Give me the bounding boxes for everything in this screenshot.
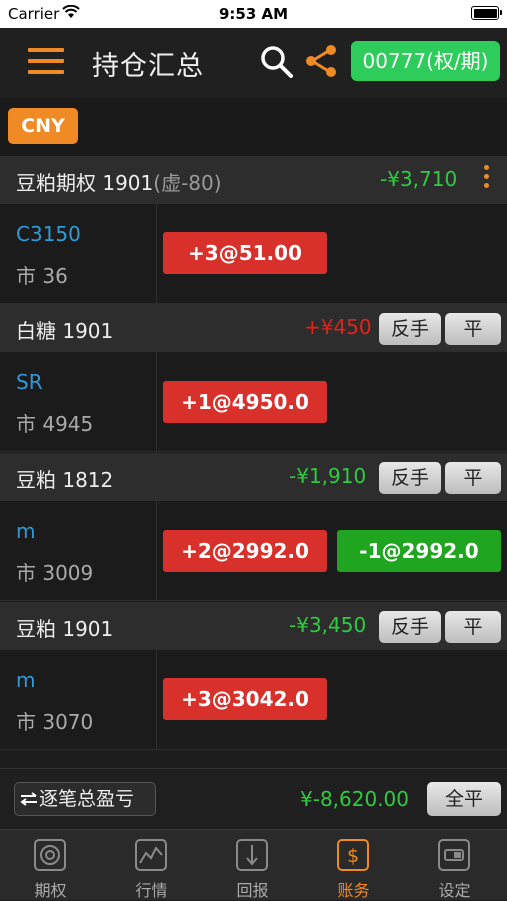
dollar-icon: $ (337, 839, 369, 871)
position-row: m 市 3070 +3@3042.0 (0, 650, 507, 750)
market-price: 市 4945 (16, 412, 94, 436)
page-title: 持仓汇总 (92, 51, 204, 82)
group-pnl: -¥3,710 (380, 167, 458, 191)
menu-icon[interactable] (28, 48, 64, 76)
virtual-tag: (虚-80) (153, 171, 222, 195)
group-pnl: +¥450 (304, 315, 372, 339)
reverse-button[interactable]: 反手 (379, 313, 441, 345)
reverse-button[interactable]: 反手 (379, 462, 441, 494)
group-name: 豆粕期权 1901(虚-80) (16, 171, 222, 195)
group-pnl: -¥1,910 (289, 464, 367, 488)
tab-label: 回报 (236, 881, 269, 900)
market-price: 市 3070 (16, 710, 94, 734)
pnl-detail-label: 逐笔总盈亏 (39, 788, 135, 810)
group-header-sugar-1901[interactable]: 白糖 1901 +¥450 反手 平 (0, 304, 507, 352)
settings-icon (438, 839, 470, 871)
market-price: 市 36 (16, 264, 68, 288)
close-position-button[interactable]: 平 (445, 611, 501, 643)
tab-label: 设定 (438, 881, 471, 900)
currency-button[interactable]: CNY (8, 108, 78, 144)
tab-settings[interactable]: 设定 (404, 830, 505, 901)
summary-bar: 逐笔总盈亏 ¥-8,620.00 全平 (0, 768, 507, 828)
group-name: 豆粕 1812 (16, 468, 114, 492)
contract-code[interactable]: m (16, 668, 35, 692)
contract-code[interactable]: C3150 (16, 222, 81, 246)
reverse-button[interactable]: 反手 (379, 611, 441, 643)
position-row: m 市 3009 +2@2992.0 -1@2992.0 (0, 501, 507, 601)
search-icon[interactable] (258, 43, 296, 81)
position-row: C3150 市 36 +3@51.00 (0, 204, 507, 304)
group-header-soymeal-1901[interactable]: 豆粕 1901 -¥3,450 反手 平 (0, 602, 507, 650)
currency-bar: CNY (0, 98, 507, 156)
close-position-button[interactable]: 平 (445, 462, 501, 494)
clock: 9:53 AM (218, 5, 289, 23)
share-icon[interactable] (303, 43, 339, 79)
long-position-button[interactable]: +2@2992.0 (163, 530, 327, 572)
chart-icon (135, 839, 167, 871)
long-position-button[interactable]: +1@4950.0 (163, 381, 327, 423)
tab-quotes[interactable]: 行情 (101, 830, 202, 901)
tab-label: 账务 (337, 881, 370, 900)
report-icon (236, 839, 268, 871)
position-row: SR 市 4945 +1@4950.0 (0, 352, 507, 452)
account-button[interactable]: 00777(权/期) (351, 41, 500, 81)
tab-label: 行情 (135, 881, 168, 900)
battery-icon (471, 6, 502, 20)
pnl-detail-button[interactable]: 逐笔总盈亏 (14, 782, 156, 816)
target-icon (34, 839, 66, 871)
tab-accounts[interactable]: $ 账务 (303, 830, 404, 901)
long-position-button[interactable]: +3@3042.0 (163, 678, 327, 720)
swap-arrows-icon (20, 792, 37, 806)
nav-bar: 持仓汇总 00777(权/期) (0, 28, 507, 98)
group-header-soymeal-1812[interactable]: 豆粕 1812 -¥1,910 反手 平 (0, 453, 507, 501)
close-all-button[interactable]: 全平 (427, 782, 501, 816)
status-bar: Carrier 9:53 AM (0, 0, 507, 28)
tab-label: 期权 (34, 881, 67, 900)
total-pnl: ¥-8,620.00 (300, 787, 410, 811)
tab-bar: 期权 行情 回报 $ 账务 设定 (0, 829, 507, 900)
svg-text:$: $ (347, 845, 359, 867)
market-price: 市 3009 (16, 561, 94, 585)
group-header-soymeal-option-1901[interactable]: 豆粕期权 1901(虚-80) -¥3,710 (0, 156, 507, 204)
group-pnl: -¥3,450 (289, 613, 367, 637)
group-name: 白糖 1901 (16, 319, 114, 343)
more-vertical-icon[interactable] (481, 165, 491, 195)
tab-reports[interactable]: 回报 (202, 830, 303, 901)
contract-code[interactable]: m (16, 519, 35, 543)
contract-code[interactable]: SR (16, 370, 43, 394)
short-position-button[interactable]: -1@2992.0 (337, 530, 501, 572)
tab-options[interactable]: 期权 (0, 830, 101, 901)
close-position-button[interactable]: 平 (445, 313, 501, 345)
group-name: 豆粕 1901 (16, 617, 114, 641)
long-position-button[interactable]: +3@51.00 (163, 232, 327, 274)
